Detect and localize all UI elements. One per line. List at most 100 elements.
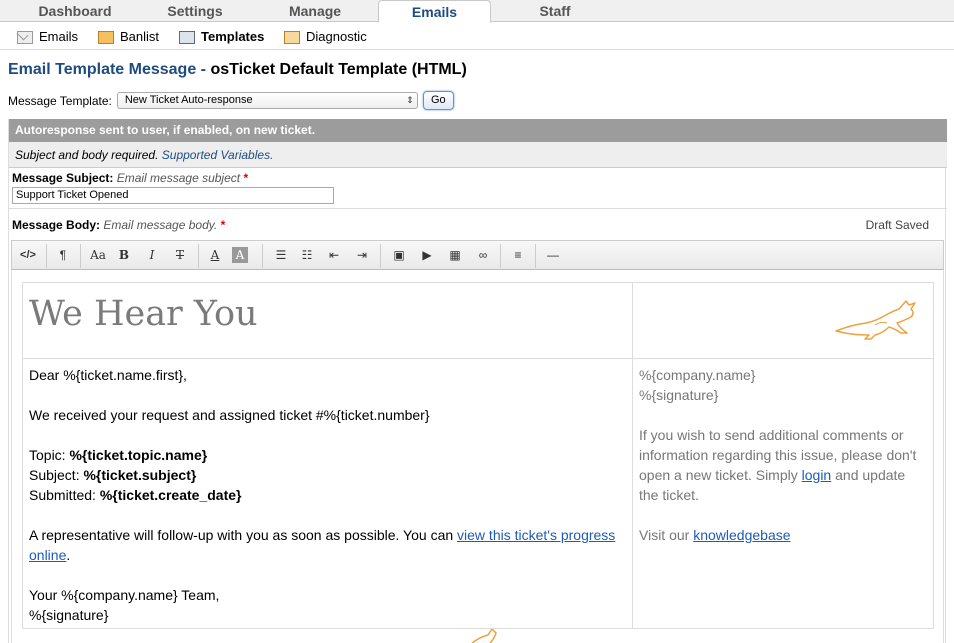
submitted-line: Submitted: %{ticket.create_date} — [29, 485, 626, 505]
bold-icon[interactable]: B — [113, 245, 135, 265]
divider — [9, 208, 947, 209]
topic-value: %{ticket.topic.name} — [69, 447, 208, 463]
diagnostic-icon — [284, 30, 300, 44]
editor-area[interactable]: We Hear You Dear %{ticket.name.first}, W… — [11, 270, 944, 643]
italic-icon[interactable]: I — [141, 245, 163, 265]
image-icon[interactable]: ▣ — [388, 245, 410, 265]
submitted-value: %{ticket.create_date} — [99, 487, 242, 503]
message-cell: Dear %{ticket.name.first}, We received y… — [23, 359, 633, 629]
go-button[interactable]: Go — [422, 91, 454, 110]
form-note: Subject and body required. Supported Var… — [9, 142, 947, 168]
greeting-line: Dear %{ticket.name.first}, — [29, 367, 187, 383]
toolbar-divider — [80, 244, 81, 268]
subnav-emails-label: Emails — [39, 29, 79, 44]
side-info-paragraph: If you wish to send additional comments … — [639, 425, 928, 505]
alignment-icon[interactable]: ≡ — [507, 245, 529, 265]
subject-line: Subject: %{ticket.subject} — [29, 465, 626, 485]
received-line: We received your request and assigned ti… — [29, 407, 430, 423]
email-heading: We Hear You — [29, 294, 258, 334]
login-link[interactable]: login — [802, 467, 832, 483]
templates-icon — [179, 30, 195, 44]
subject-label: Message Subject: Email message subject * — [12, 171, 248, 185]
subnav-emails[interactable]: Emails — [17, 28, 78, 46]
template-select-row: Message Template: New Ticket Auto-respon… — [8, 91, 454, 110]
signature-line: %{signature} — [29, 607, 109, 623]
template-set-name: osTicket Default Template (HTML) — [210, 61, 467, 78]
table-icon[interactable]: ▦ — [444, 245, 466, 265]
toolbar-divider — [198, 244, 199, 268]
submitted-label: Submitted: — [29, 487, 100, 503]
followup-paragraph: A representative will follow-up with you… — [29, 525, 626, 565]
toolbar-divider — [535, 244, 536, 268]
subject-hint: Email message subject — [116, 171, 241, 185]
tab-manage[interactable]: Manage — [240, 0, 390, 22]
unordered-list-icon[interactable]: ☰ — [270, 245, 292, 265]
ordered-list-icon[interactable]: ☷ — [296, 245, 318, 265]
subnav-templates-label: Templates — [201, 29, 265, 44]
sub-nav: Emails Banlist Templates Diagnostic — [0, 23, 954, 50]
body-hint: Email message body. — [103, 218, 218, 232]
strikethrough-icon[interactable]: T — [169, 245, 191, 265]
side-visit-line: Visit our knowledgebase — [639, 525, 928, 545]
heading-cell: We Hear You — [23, 283, 633, 359]
draft-status: Draft Saved — [865, 218, 929, 232]
video-icon[interactable]: ▶ — [416, 245, 438, 265]
subnav-diagnostic[interactable]: Diagnostic — [284, 28, 367, 46]
side-company: %{company.name} — [639, 367, 756, 383]
page-title-main: Email Template Message — [8, 61, 197, 78]
toolbar-divider — [380, 244, 381, 268]
html-icon[interactable]: </> — [17, 245, 39, 265]
side-visit-text: Visit our — [639, 527, 694, 543]
template-select[interactable]: New Ticket Auto-response ⇕ — [116, 92, 418, 109]
topic-line: Topic: %{ticket.topic.name} — [29, 445, 626, 465]
knowledgebase-link[interactable]: knowledgebase — [693, 527, 790, 543]
page-title: Email Template Message - osTicket Defaul… — [8, 61, 467, 79]
signoff-line: Your %{company.name} Team, — [29, 587, 220, 603]
toolbar-divider — [500, 244, 501, 268]
subject-input[interactable]: Support Ticket Opened — [12, 187, 334, 204]
template-select-value: New Ticket Auto-response — [124, 94, 253, 106]
template-select-label: Message Template: — [8, 93, 112, 108]
topic-label: Topic: — [29, 447, 70, 463]
side-signature: %{signature} — [639, 387, 719, 403]
kangaroo-logo-icon — [835, 300, 916, 340]
page-title-sep: - — [196, 61, 211, 78]
supported-variables-link[interactable]: Supported Variables. — [162, 148, 274, 162]
paragraph-icon[interactable]: ¶ — [52, 245, 74, 265]
toolbar-divider — [46, 244, 47, 268]
horizontal-rule-icon[interactable]: — — [542, 245, 564, 265]
back-color-icon[interactable]: A — [232, 247, 248, 263]
tab-emails[interactable]: Emails — [378, 0, 491, 23]
subnav-banlist-label: Banlist — [120, 29, 160, 44]
subnav-diagnostic-label: Diagnostic — [306, 29, 367, 44]
followup-end: . — [66, 547, 71, 563]
subject-line-label: Subject: — [29, 467, 84, 483]
subnav-templates[interactable]: Templates — [179, 28, 264, 46]
outdent-icon[interactable]: ⇤ — [323, 245, 345, 265]
mail-icon — [17, 30, 33, 44]
indent-icon[interactable]: ⇥ — [351, 245, 373, 265]
top-nav: Dashboard Settings Manage Emails Staff — [0, 0, 954, 23]
body-label-text: Message Body: — [12, 218, 101, 232]
subject-required-mark: * — [243, 171, 249, 185]
sidebar-cell: %{company.name} %{signature} If you wish… — [633, 359, 934, 629]
link-icon[interactable]: ∞ — [472, 245, 494, 265]
template-form: Autoresponse sent to user, if enabled, o… — [8, 119, 947, 643]
select-arrows-icon: ⇕ — [406, 95, 414, 105]
tab-staff[interactable]: Staff — [490, 0, 620, 22]
email-layout-table: We Hear You Dear %{ticket.name.first}, W… — [22, 282, 934, 629]
body-label: Message Body: Email message body. * — [12, 218, 225, 232]
subnav-banlist[interactable]: Banlist — [98, 28, 159, 46]
form-note-text: Subject and body required. — [15, 148, 159, 162]
font-color-icon[interactable]: A — [204, 245, 226, 265]
body-required-mark: * — [220, 218, 226, 232]
toolbar-divider — [262, 244, 263, 268]
kangaroo-logo-icon — [471, 629, 497, 643]
editor-toolbar: </> ¶ Aa B I T A A ☰ ☷ ⇤ ⇥ ▣ ▶ ▦ ∞ ≡ — — [11, 240, 944, 270]
followup-text: A representative will follow-up with you… — [29, 527, 458, 543]
subject-line-value: %{ticket.subject} — [83, 467, 197, 483]
banlist-icon — [98, 30, 114, 44]
font-icon[interactable]: Aa — [87, 245, 109, 265]
form-header: Autoresponse sent to user, if enabled, o… — [9, 119, 947, 142]
subject-label-text: Message Subject: — [12, 171, 114, 185]
